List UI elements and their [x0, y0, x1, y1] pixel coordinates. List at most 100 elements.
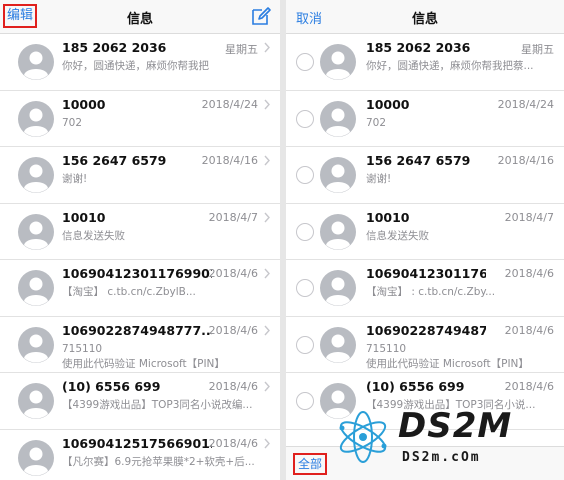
watermark: DS2M DS2m.cOm: [334, 404, 554, 474]
message-date: 2018/4/6: [504, 380, 554, 393]
sender-name: 10690412517566901...: [62, 435, 212, 451]
message-row[interactable]: 156 2647 6579 2018/4/16 谢谢!: [286, 147, 564, 204]
select-radio[interactable]: [296, 392, 314, 410]
message-date: 星期五: [225, 43, 258, 56]
sender-name: 156 2647 6579: [62, 153, 167, 168]
avatar-icon: [320, 213, 356, 250]
message-row[interactable]: 156 2647 6579 2018/4/16 谢谢!: [0, 147, 280, 204]
message-date: 2018/4/6: [208, 323, 258, 337]
message-list: 185 2062 2036 星期五 你好，圆通快递，麻烦你帮我把蔡... 10000 2…: [286, 34, 564, 430]
avatar-icon: [18, 439, 54, 476]
message-preview: 【淘宝】 : c.tb.cn/c.Zby...: [366, 286, 496, 298]
avatar-icon: [320, 157, 356, 193]
sender-name: 1069041230117699011...: [62, 266, 212, 281]
messages-list-panel: 编辑 信息 185 2062 2036 星期五你好，圆通快递，麻烦你帮我把 1000…: [0, 0, 280, 480]
select-radio[interactable]: [296, 335, 314, 354]
message-preview: 你好，圆通快递，麻烦你帮我把: [62, 60, 209, 72]
message-preview: 使用此代码验证 Microsoft【PIN】: [366, 357, 529, 370]
message-preview: 信息发送失败: [366, 229, 429, 242]
nav-bar: 取消 信息: [286, 0, 564, 34]
message-row[interactable]: 185 2062 2036 星期五你好，圆通快递，麻烦你帮我把: [0, 34, 280, 91]
message-preview: 信息发送失败: [62, 229, 125, 242]
avatar-icon: [320, 270, 356, 306]
message-preview: 你好，圆通快递，麻烦你帮我把蔡...: [366, 60, 534, 72]
sender-name: 1069022874948777...: [62, 322, 212, 338]
sender-name: 185 2062 2036: [366, 40, 471, 55]
page-title: 信息: [126, 12, 153, 27]
message-date: 2018/4/16: [201, 154, 258, 167]
avatar-icon: [18, 44, 54, 80]
compose-icon[interactable]: [250, 5, 272, 27]
watermark-text: DS2M: [398, 406, 513, 446]
page-title: 信息: [411, 12, 438, 27]
messages-edit-panel: 取消 信息 185 2062 2036 星期五 你好，圆通快递，麻烦你帮我把蔡...…: [286, 0, 564, 480]
chevron-right-icon: [264, 268, 270, 279]
message-preview: 【凡尔赛】6.9元抢苹果膜*2+软壳+后...: [62, 455, 255, 468]
avatar-icon: [320, 326, 356, 363]
sender-name: 1069022874948777...: [366, 322, 486, 338]
message-row[interactable]: (10) 6556 699 2018/4/6 【4399游戏出品】TOP3同名小说改…: [0, 373, 280, 430]
chevron-right-icon: [264, 212, 270, 222]
message-date: 2018/4/6: [208, 380, 258, 393]
message-preview: 使用此代码验证 Microsoft【PIN】: [62, 357, 225, 370]
message-row[interactable]: 10010 2018/4/7 信息发送失败: [0, 204, 280, 260]
sender-name: 10010: [366, 209, 410, 225]
avatar-icon: [18, 100, 54, 137]
message-preview: 【淘宝】 c.tb.cn/c.ZbylB...: [62, 286, 196, 298]
message-list: 185 2062 2036 星期五你好，圆通快递，麻烦你帮我把 10000 2018/…: [0, 34, 280, 480]
message-preview: 【4399游戏出品】TOP3同名小说改编...: [62, 399, 253, 411]
sender-name: (10) 6556 699: [366, 379, 465, 394]
message-row[interactable]: 1069022874948777...2018/4/6 715110 使用此代码验证…: [0, 317, 280, 373]
message-preview: 702: [366, 116, 387, 129]
nav-bar: 编辑 信息: [0, 0, 280, 34]
message-date: 2018/4/24: [497, 97, 554, 111]
select-radio[interactable]: [296, 109, 314, 128]
message-preview: 715110: [366, 342, 407, 355]
message-date: 2018/4/7: [208, 210, 258, 224]
message-preview: 谢谢!: [366, 173, 392, 185]
message-date: 2018/4/7: [504, 210, 554, 224]
chevron-right-icon: [264, 155, 270, 166]
message-row[interactable]: 10000 2018/4/24 702: [0, 91, 280, 147]
message-row[interactable]: 1069022874948777... 2018/4/6 715110 使用此代码验证…: [286, 317, 564, 373]
message-preview: 702: [62, 116, 83, 129]
chevron-right-icon: [264, 438, 270, 448]
message-row[interactable]: 10000 2018/4/24 702: [286, 91, 564, 147]
chevron-right-icon: [264, 325, 270, 335]
atom-logo-icon: [339, 411, 387, 463]
sender-name: 185 2062 2036: [62, 40, 167, 55]
message-row[interactable]: 10010 2018/4/7 信息发送失败: [286, 204, 564, 260]
message-date: 2018/4/6: [504, 323, 554, 337]
message-date: 2018/4/16: [497, 154, 554, 167]
message-row[interactable]: 106904123011769999... 2018/4/6 【淘宝】 : c.tb…: [286, 260, 564, 317]
avatar-icon: [320, 44, 356, 80]
sender-name: 10010: [62, 209, 106, 225]
chevron-right-icon: [264, 381, 270, 392]
avatar-icon: [18, 383, 54, 419]
message-row[interactable]: 1069041230117699011...2018/4/6 【淘宝】 c.tb.…: [0, 260, 280, 317]
select-radio[interactable]: [296, 279, 314, 297]
chevron-right-icon: [264, 42, 270, 53]
sender-name: 10000: [366, 96, 410, 112]
message-row[interactable]: 10690412517566901... 2018/4/6 【凡尔赛】6.9元抢苹果…: [0, 430, 280, 480]
select-radio[interactable]: [296, 166, 314, 184]
message-preview: 715110: [62, 342, 103, 355]
message-row[interactable]: 185 2062 2036 星期五 你好，圆通快递，麻烦你帮我把蔡...: [286, 34, 564, 91]
message-date: 2018/4/24: [201, 97, 258, 111]
message-date: 2018/4/6: [208, 436, 258, 450]
avatar-icon: [320, 100, 356, 137]
sender-name: 156 2647 6579: [366, 153, 471, 168]
message-date: 2018/4/6: [208, 267, 258, 280]
avatar-icon: [18, 213, 54, 250]
avatar-icon: [18, 326, 54, 363]
sender-name: 106904123011769999...: [366, 266, 486, 281]
avatar-icon: [18, 270, 54, 306]
select-radio[interactable]: [296, 53, 314, 71]
watermark-url: DS2m.cOm: [402, 450, 481, 465]
message-date: 2018/4/6: [504, 267, 554, 280]
select-all-button[interactable]: 全部: [293, 453, 328, 475]
select-radio[interactable]: [296, 222, 314, 241]
sender-name: (10) 6556 699: [62, 379, 161, 394]
chevron-right-icon: [264, 99, 270, 109]
sender-name: 10000: [62, 96, 106, 112]
